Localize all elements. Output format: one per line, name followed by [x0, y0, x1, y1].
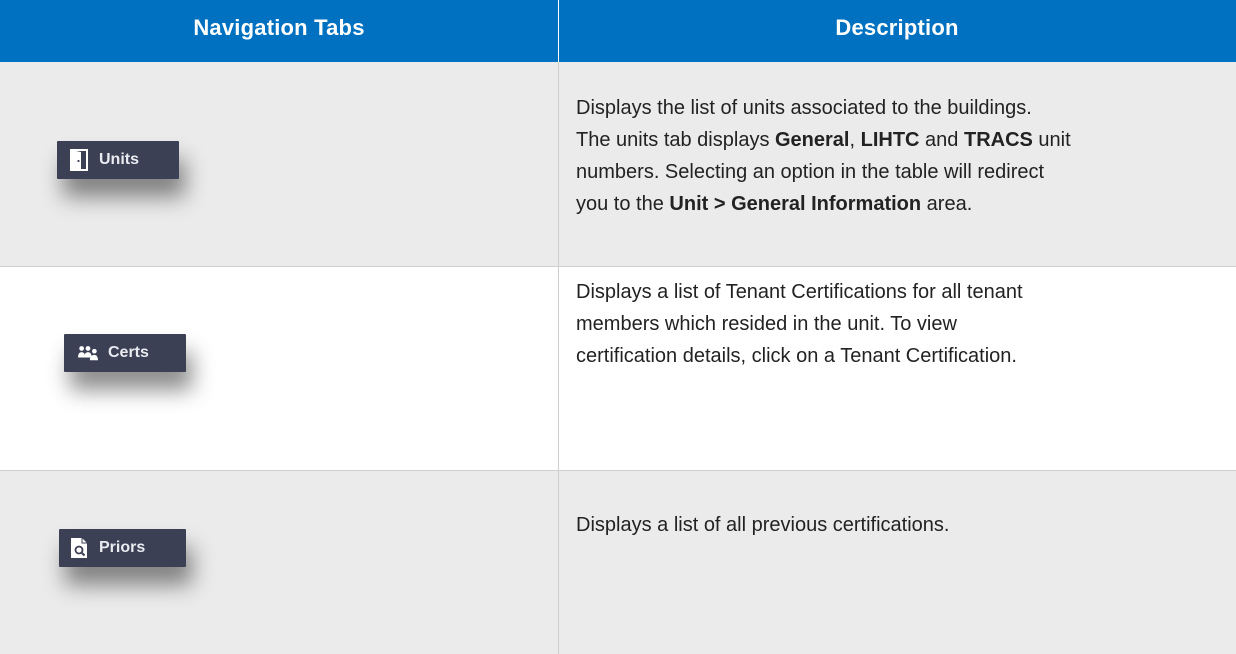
units-desc-line1: Displays the list of units associated to… — [576, 97, 1032, 119]
certs-desc-line3: certification details, click on a Tenant… — [576, 345, 1017, 367]
certs-description: Displays a list of Tenant Certifications… — [576, 276, 1212, 372]
unit-general-information-term: Unit > General Information — [669, 193, 922, 215]
priors-description: Displays a list of all previous certific… — [576, 509, 1212, 541]
desc-text: and — [919, 129, 964, 151]
desc-text: unit — [1032, 129, 1071, 151]
lihtc-term: LIHTC — [860, 129, 920, 151]
units-description: Displays the list of units associated to… — [576, 92, 1212, 220]
general-term: General — [775, 129, 850, 151]
desc-text: The units tab displays — [576, 129, 775, 151]
units-tab-label: Units — [99, 151, 139, 168]
door-icon — [69, 149, 89, 171]
certs-tab-button[interactable]: Certs — [64, 334, 186, 372]
header-navigation-tabs: Navigation Tabs — [193, 15, 365, 40]
desc-text: you to the — [576, 193, 670, 215]
priors-desc-line1: Displays a list of all previous certific… — [576, 514, 950, 536]
units-tab-button[interactable]: Units — [57, 141, 179, 179]
certs-desc-line1: Displays a list of Tenant Certifications… — [576, 281, 1023, 303]
units-desc-line4: you to the Unit > General Information ar… — [576, 188, 1212, 220]
document-search-icon — [69, 537, 89, 559]
units-desc-line2: The units tab displays General, LIHTC an… — [576, 124, 1212, 156]
header-description: Description — [835, 15, 959, 40]
users-icon — [78, 342, 98, 364]
tracs-term: TRACS — [963, 129, 1033, 151]
certs-desc-line2: members which resided in the unit. To vi… — [576, 313, 957, 335]
navigation-tabs-table: Navigation Tabs Description Units Displa… — [0, 0, 1236, 654]
priors-tab-button[interactable]: Priors — [59, 529, 186, 567]
table-header: Navigation Tabs Description — [0, 0, 1236, 62]
desc-text: area. — [921, 193, 973, 215]
certs-tab-label: Certs — [108, 344, 149, 361]
units-desc-line3: numbers. Selecting an option in the tabl… — [576, 161, 1045, 183]
column-divider — [558, 62, 559, 654]
priors-tab-label: Priors — [99, 539, 146, 556]
desc-text: , — [849, 129, 861, 151]
